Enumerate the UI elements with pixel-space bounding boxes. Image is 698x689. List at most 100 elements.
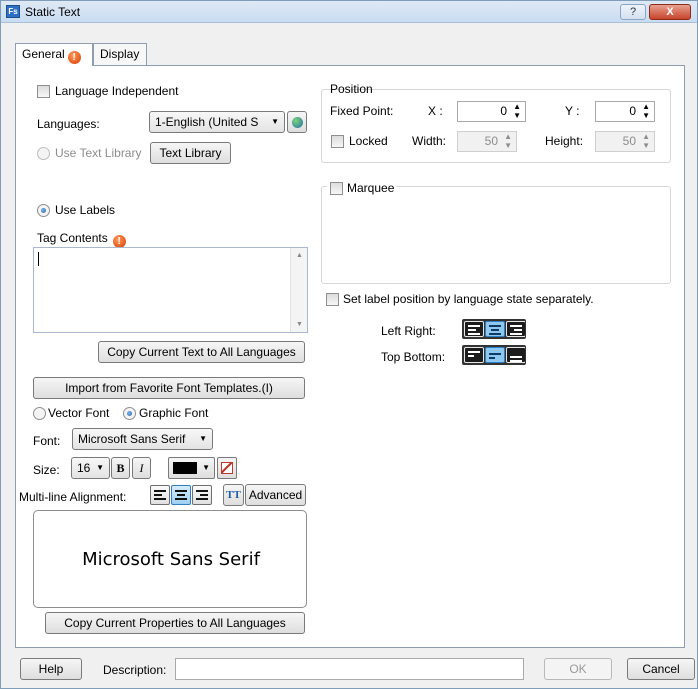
eyedropper-icon [221,462,233,474]
color-picker-button[interactable] [217,457,237,479]
help-button[interactable]: Help [20,658,82,680]
locked-checkbox[interactable] [331,135,344,148]
size-select[interactable]: 16 ▼ [71,457,110,479]
use-labels-radio[interactable] [37,204,50,217]
copy-properties-button[interactable]: Copy Current Properties to All Languages [45,612,305,634]
spin-arrows-icon: ▲ ▼ [642,132,650,150]
advanced-button[interactable]: Advanced [245,484,306,506]
align-right-button[interactable] [192,485,212,505]
align-left-button[interactable] [150,485,170,505]
y-label: Y : [565,104,580,118]
description-label: Description: [103,663,167,677]
vector-font-radio[interactable] [33,407,46,420]
width-spinner[interactable]: 50 ▲ ▼ [457,131,517,152]
text-cursor [38,252,39,266]
tab-display-label: Display [100,47,140,61]
close-icon[interactable]: X [649,4,691,20]
chevron-down-icon: ▼ [96,463,104,472]
top-bottom-selector[interactable] [462,345,526,365]
scroll-down-icon: ▼ [296,321,303,328]
globe-icon [292,117,303,128]
left-right-label: Left Right: [381,324,436,338]
text-color-select[interactable]: ▼ [168,457,215,479]
width-label: Width: [412,134,447,148]
vector-font-label: Vector Font [48,406,110,420]
x-label: X : [428,104,443,118]
help-icon[interactable]: ? [620,4,646,20]
tag-contents-textarea[interactable]: ▲ ▼ [33,247,308,333]
language-independent-checkbox[interactable] [37,85,50,98]
languages-label: Languages: [37,117,100,131]
y-spinner[interactable]: 0 ▲ ▼ [595,101,655,122]
window-title: Static Text [25,5,81,19]
spin-arrows-icon: ▲ ▼ [642,102,650,120]
x-spinner[interactable]: 0 ▲ ▼ [457,101,526,122]
globe-button[interactable] [287,111,307,133]
scroll-up-icon: ▲ [296,252,303,259]
use-text-library-label: Use Text Library [55,146,142,160]
ok-button[interactable]: OK [544,658,612,680]
font-select[interactable]: Microsoft Sans Serif ▼ [72,428,213,450]
bold-button[interactable]: B [111,457,130,479]
multiline-alignment-label: Multi-line Alignment: [19,490,127,504]
left-right-selector[interactable] [462,319,526,339]
align-top-icon[interactable] [464,347,484,363]
chevron-down-icon: ▼ [199,434,207,443]
chevron-down-icon: ▼ [271,117,279,126]
description-input[interactable] [175,658,524,680]
copy-current-text-button[interactable]: Copy Current Text to All Languages [98,341,305,363]
tag-contents-label: Tag Contents! [37,231,126,248]
languages-value: 1-English (United S [155,115,259,129]
graphic-font-radio[interactable] [123,407,136,420]
spin-arrows-icon: ▲ ▼ [504,132,512,150]
y-value: 0 [629,104,636,118]
tab-general-label: General [22,47,65,61]
italic-button[interactable]: I [132,457,151,479]
import-font-templates-button[interactable]: Import from Favorite Font Templates.(I) [33,377,305,399]
align-left-icon [154,490,166,502]
use-text-library-radio[interactable] [37,147,50,160]
width-value: 50 [484,134,498,148]
languages-select[interactable]: 1-English (United S ▼ [149,111,285,133]
text-color-swatch [173,462,197,474]
marquee-group [321,186,671,284]
chevron-down-icon: ▼ [202,463,210,472]
general-panel: Language Independent Languages: 1-Englis… [15,65,685,648]
align-center-icon [175,490,187,502]
size-value: 16 [77,461,91,475]
marquee-label: Marquee [347,181,395,195]
align-center-icon[interactable] [485,321,505,337]
textarea-scrollbar[interactable]: ▲ ▼ [290,248,307,332]
locked-label: Locked [349,134,388,148]
align-right-icon[interactable] [506,321,525,337]
spin-arrows-icon: ▲ ▼ [513,102,521,120]
tab-display[interactable]: Display [93,43,147,65]
font-value: Microsoft Sans Serif [78,432,186,446]
align-bottom-icon[interactable] [506,347,525,363]
graphic-font-label: Graphic Font [139,406,209,420]
text-library-button[interactable]: Text Library [150,142,231,164]
font-preview: Microsoft Sans Serif [33,510,307,608]
x-value: 0 [500,104,507,118]
app-icon: Fs [6,5,20,18]
font-style-icon[interactable]: TT [223,484,244,506]
label-position-label: Set label position by language state sep… [343,292,594,306]
label-position-checkbox[interactable] [326,293,339,306]
height-spinner[interactable]: 50 ▲ ▼ [595,131,655,152]
tag-contents-text: Tag Contents [37,231,108,245]
warning-icon: ! [67,51,81,64]
top-bottom-label: Top Bottom: [381,350,446,364]
language-independent-label: Language Independent [55,84,179,98]
height-label: Height: [545,134,584,148]
tab-general[interactable]: General! [15,43,93,66]
align-left-icon[interactable] [464,321,484,337]
height-value: 50 [622,134,636,148]
align-middle-icon[interactable] [485,347,505,363]
align-center-button[interactable] [171,485,191,505]
marquee-checkbox[interactable] [330,182,343,195]
use-labels-label: Use Labels [55,203,116,217]
font-preview-text: Microsoft Sans Serif [82,549,260,570]
cancel-button[interactable]: Cancel [627,658,695,680]
size-label: Size: [33,463,60,477]
position-title: Position [330,82,373,96]
